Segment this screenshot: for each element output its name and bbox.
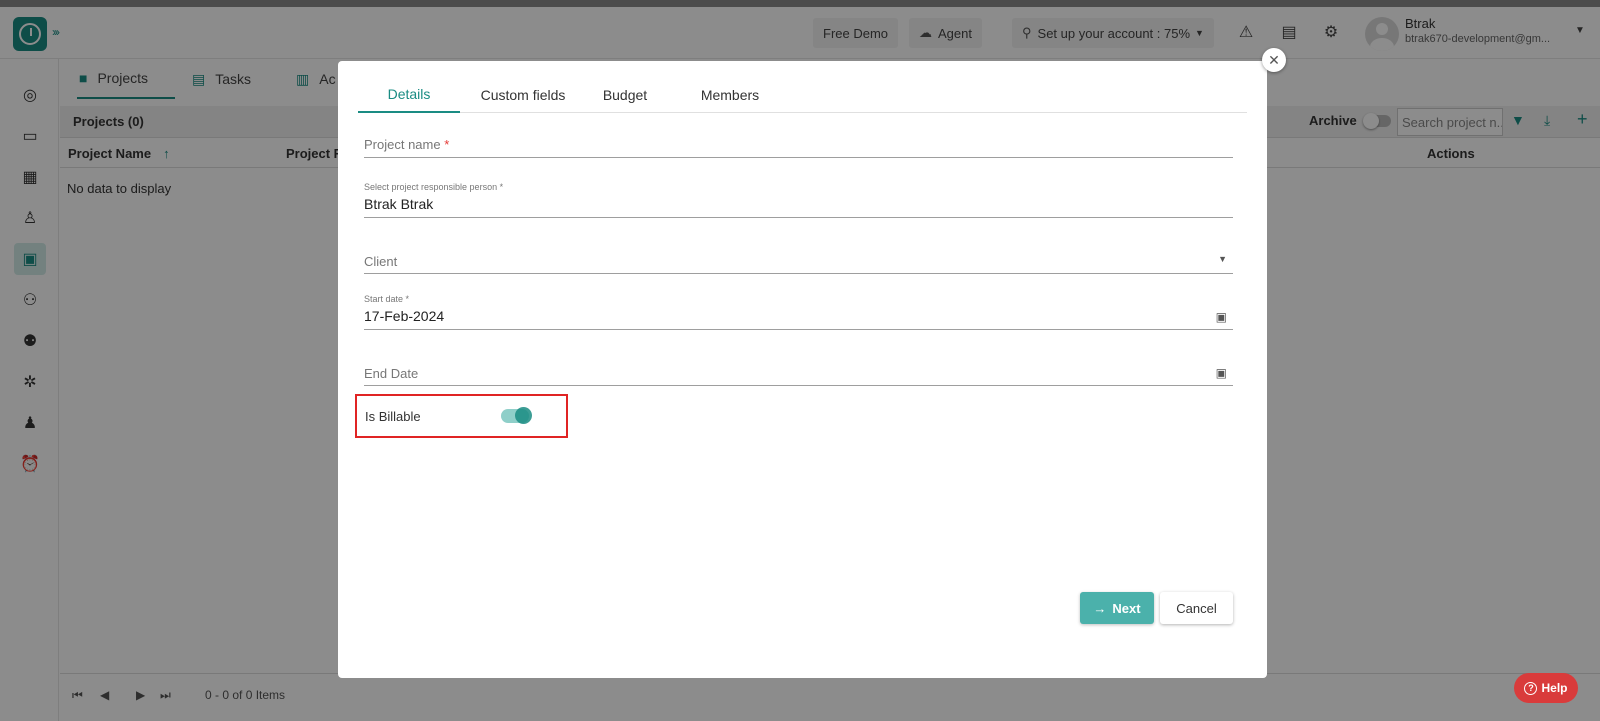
responsible-person-field[interactable]: Select project responsible person * Btra… [364,180,1233,218]
end-date-label: End Date [364,366,419,381]
responsible-person-value: Btrak Btrak [364,196,434,212]
start-date-label: Start date * [364,294,410,304]
billable-label: Is Billable [365,409,421,424]
required-mark: * [444,137,450,152]
chevron-down-icon: ▼ [1218,254,1227,264]
tab-members[interactable]: Members [690,77,770,113]
client-label: Client [364,254,398,269]
calendar-icon[interactable]: ▣ [1216,366,1227,380]
project-name-field[interactable]: Project name * [364,129,1233,158]
tab-custom-fields[interactable]: Custom fields [470,77,576,113]
cancel-button[interactable]: Cancel [1160,592,1233,624]
tab-budget[interactable]: Budget [595,77,655,113]
add-project-dialog: Details Custom fields Budget Members Pro… [338,61,1267,678]
help-icon: ? [1524,681,1538,695]
dialog-tabs: Details Custom fields Budget Members [358,77,1247,113]
billable-toggle[interactable] [501,407,532,424]
arrow-right-icon: → [1093,600,1107,616]
calendar-icon[interactable]: ▣ [1216,310,1227,324]
client-select[interactable]: Client ▼ [364,242,1233,274]
next-button[interactable]: → Next [1080,592,1154,624]
tab-details[interactable]: Details [358,77,460,113]
close-icon[interactable]: ✕ [1262,48,1286,72]
toggle-thumb [515,407,532,424]
help-button[interactable]: ? Help [1514,673,1578,703]
project-name-label: Project name [364,137,441,152]
end-date-field[interactable]: End Date ▣ [364,354,1233,386]
responsible-person-label: Select project responsible person * [364,182,504,192]
start-date-value: 17-Feb-2024 [364,308,445,324]
start-date-field[interactable]: Start date * 17-Feb-2024 ▣ [364,292,1233,330]
